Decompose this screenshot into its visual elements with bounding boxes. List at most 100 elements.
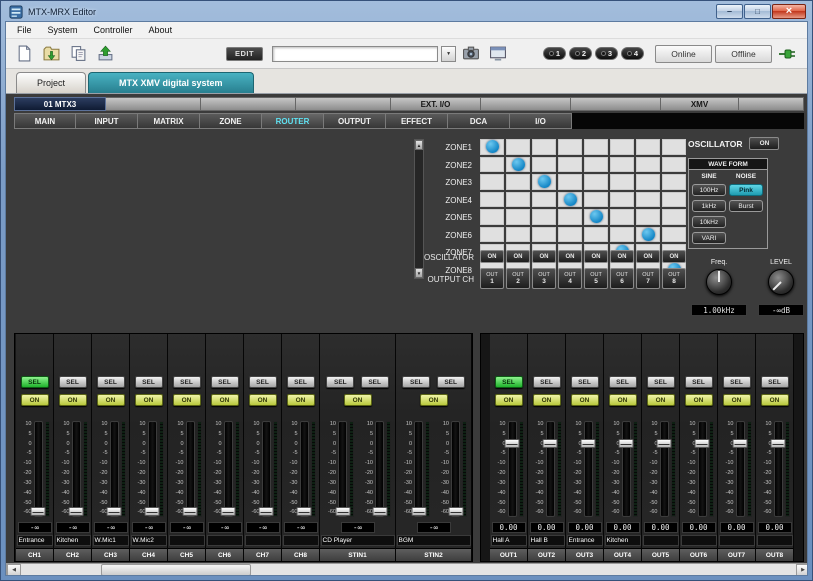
output-ch-button-1[interactable]: OUT1 (480, 268, 504, 289)
router-cell-r5c4[interactable] (558, 209, 582, 225)
router-cell-r2c3[interactable] (532, 157, 556, 173)
oscillator-on-button-3[interactable]: ON (532, 250, 556, 263)
title-bar[interactable]: MTX-MRX Editor (5, 1, 808, 21)
router-cell-r1c4[interactable] (558, 139, 582, 155)
fader-cap-ch7[interactable] (259, 507, 274, 516)
fader-cap-ch1[interactable] (31, 507, 46, 516)
scrollbar-track[interactable] (21, 564, 796, 575)
router-cell-r6c4[interactable] (558, 227, 582, 243)
router-cell-r4c4[interactable] (558, 192, 582, 208)
router-cell-r3c2[interactable] (506, 174, 530, 190)
on-button-out5[interactable]: ON (647, 394, 675, 406)
save-as-icon[interactable] (66, 43, 90, 65)
on-button-stin2[interactable]: ON (420, 394, 448, 406)
fader-cap-stin1[interactable] (372, 507, 387, 516)
sel-button-ch2[interactable]: SEL (59, 376, 87, 388)
router-cell-r5c2[interactable] (506, 209, 530, 225)
oscillator-on-button-5[interactable]: ON (584, 250, 608, 263)
preset-name-field[interactable] (272, 46, 438, 62)
maximize-button[interactable] (744, 4, 771, 19)
on-button-out6[interactable]: ON (685, 394, 713, 406)
edit-button[interactable]: EDIT (226, 47, 263, 61)
close-button[interactable] (772, 4, 806, 19)
router-cell-r6c7[interactable] (636, 227, 660, 243)
new-project-icon[interactable] (12, 43, 36, 65)
router-cell-r3c8[interactable] (662, 174, 686, 190)
router-cell-r5c1[interactable] (480, 209, 504, 225)
function-tab-zone[interactable]: ZONE (200, 113, 262, 129)
fader-cap-ch2[interactable] (69, 507, 84, 516)
router-cell-r6c1[interactable] (480, 227, 504, 243)
router-cell-r3c4[interactable] (558, 174, 582, 190)
function-tab-main[interactable]: MAIN (14, 113, 76, 129)
sel-button-out7[interactable]: SEL (723, 376, 751, 388)
fader-cap-ch8[interactable] (297, 507, 312, 516)
output-ch-button-5[interactable]: OUT5 (584, 268, 608, 289)
sel-button-ch7[interactable]: SEL (249, 376, 277, 388)
menu-about[interactable]: About (141, 23, 181, 37)
zone-scroll-track[interactable] (415, 150, 423, 268)
menu-controller[interactable]: Controller (86, 23, 141, 37)
fader-cap-out8[interactable] (771, 439, 786, 448)
on-button-ch3[interactable]: ON (97, 394, 125, 406)
output-ch-button-7[interactable]: OUT7 (636, 268, 660, 289)
router-cell-r5c7[interactable] (636, 209, 660, 225)
fader-cap-out2[interactable] (543, 439, 558, 448)
router-cell-r3c7[interactable] (636, 174, 660, 190)
oscillator-on-button-2[interactable]: ON (506, 250, 530, 263)
tab-mtx-xmv-digital-system[interactable]: MTX XMV digital system (88, 72, 254, 93)
device-slot-4[interactable] (481, 97, 571, 111)
router-cell-r2c1[interactable] (480, 157, 504, 173)
device-slot-xmv[interactable]: XMV (661, 97, 739, 111)
menu-file[interactable]: File (9, 23, 40, 37)
function-tab-input[interactable]: INPUT (76, 113, 138, 129)
router-cell-r5c3[interactable] (532, 209, 556, 225)
router-cell-r4c2[interactable] (506, 192, 530, 208)
waveform-pink-button[interactable]: Pink (729, 184, 763, 196)
function-tab-router[interactable]: ROUTER (262, 113, 324, 129)
tab-project[interactable]: Project (16, 72, 86, 93)
sel-button-out8[interactable]: SEL (761, 376, 789, 388)
on-button-out2[interactable]: ON (533, 394, 561, 406)
waveform-1khz-button[interactable]: 1kHz (692, 200, 726, 212)
online-button[interactable]: Online (655, 45, 712, 63)
oscillator-on-button-8[interactable]: ON (662, 250, 686, 263)
sel-button-out1[interactable]: SEL (495, 376, 523, 388)
fader-cap-ch3[interactable] (107, 507, 122, 516)
fader-cap-ch5[interactable] (183, 507, 198, 516)
router-cell-r4c1[interactable] (480, 192, 504, 208)
on-button-ch8[interactable]: ON (287, 394, 315, 406)
sel-button-ch3[interactable]: SEL (97, 376, 125, 388)
output-ch-button-2[interactable]: OUT2 (506, 268, 530, 289)
on-button-ch4[interactable]: ON (135, 394, 163, 406)
horizontal-scrollbar[interactable] (6, 563, 807, 575)
sel-button-out3[interactable]: SEL (571, 376, 599, 388)
device-slot-6[interactable] (739, 97, 804, 111)
router-cell-r2c8[interactable] (662, 157, 686, 173)
router-cell-r4c6[interactable] (610, 192, 634, 208)
router-cell-r3c5[interactable] (584, 174, 608, 190)
on-button-ch6[interactable]: ON (211, 394, 239, 406)
device-slot-ext-io[interactable]: EXT. I/O (391, 97, 481, 111)
fader-cap-ch4[interactable] (145, 507, 160, 516)
waveform-burst-button[interactable]: Burst (729, 200, 763, 212)
router-cell-r2c4[interactable] (558, 157, 582, 173)
zone-scroll-up-icon[interactable] (415, 140, 423, 150)
fader-cap-stin2[interactable] (448, 507, 463, 516)
sel-button-stin2-r[interactable]: SEL (437, 376, 465, 388)
router-cell-r3c3[interactable] (532, 174, 556, 190)
open-file-icon[interactable] (39, 43, 63, 65)
router-cell-r4c3[interactable] (532, 192, 556, 208)
router-cell-r1c7[interactable] (636, 139, 660, 155)
router-cell-r2c7[interactable] (636, 157, 660, 173)
sel-button-stin1-r[interactable]: SEL (361, 376, 389, 388)
on-button-ch2[interactable]: ON (59, 394, 87, 406)
router-cell-r4c8[interactable] (662, 192, 686, 208)
router-cell-r6c2[interactable] (506, 227, 530, 243)
on-button-ch1[interactable]: ON (21, 394, 49, 406)
save-icon[interactable] (93, 43, 117, 65)
output-ch-button-4[interactable]: OUT4 (558, 268, 582, 289)
router-cell-r1c1[interactable] (480, 139, 504, 155)
scrollbar-thumb[interactable] (101, 564, 251, 575)
oscillator-on-button[interactable]: ON (749, 137, 779, 150)
